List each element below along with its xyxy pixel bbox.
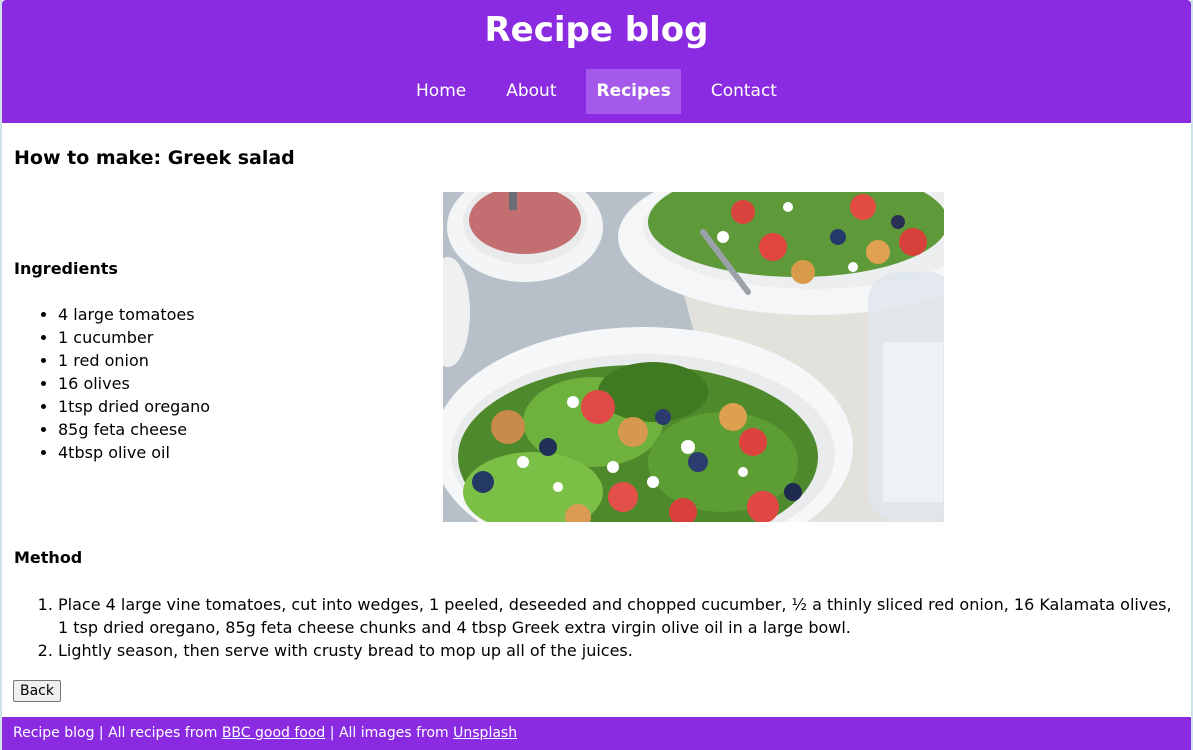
ingredient-item: 16 olives [58, 372, 210, 395]
nav-item-about[interactable]: About [496, 69, 566, 114]
bbc-good-food-link[interactable]: BBC good food [222, 725, 326, 741]
ingredient-item: 85g feta cheese [58, 418, 210, 441]
ingredients-list: 4 large tomatoes 1 cucumber 1 red onion … [14, 303, 210, 464]
nav-item-recipes[interactable]: Recipes [586, 69, 681, 114]
nav-item-contact[interactable]: Contact [701, 69, 787, 114]
ingredient-item: 1tsp dried oregano [58, 395, 210, 418]
method-step: Lightly season, then serve with crusty b… [58, 639, 1179, 662]
ingredient-item: 1 red onion [58, 349, 210, 372]
unsplash-link[interactable]: Unsplash [453, 725, 517, 741]
site-footer: Recipe blog | All recipes from BBC good … [2, 717, 1191, 750]
ingredient-item: 4tbsp olive oil [58, 441, 210, 464]
method-list: Place 4 large vine tomatoes, cut into we… [14, 593, 1179, 662]
site-header: Recipe blog Home About Recipes Contact [2, 0, 1191, 123]
ingredients-heading: Ingredients [14, 259, 118, 278]
nav-item-home[interactable]: Home [406, 69, 476, 114]
footer-text-prefix: Recipe blog | All recipes from [13, 725, 222, 741]
method-heading: Method [14, 548, 83, 567]
ingredient-item: 4 large tomatoes [58, 303, 210, 326]
back-button[interactable]: Back [13, 680, 61, 702]
site-title: Recipe blog [484, 10, 709, 50]
method-step: Place 4 large vine tomatoes, cut into we… [58, 593, 1179, 639]
recipe-title: How to make: Greek salad [14, 147, 295, 169]
ingredient-item: 1 cucumber [58, 326, 210, 349]
main-nav: Home About Recipes Contact [2, 69, 1191, 114]
footer-text-middle: | All images from [325, 725, 454, 741]
greek-salad-image [443, 192, 944, 522]
